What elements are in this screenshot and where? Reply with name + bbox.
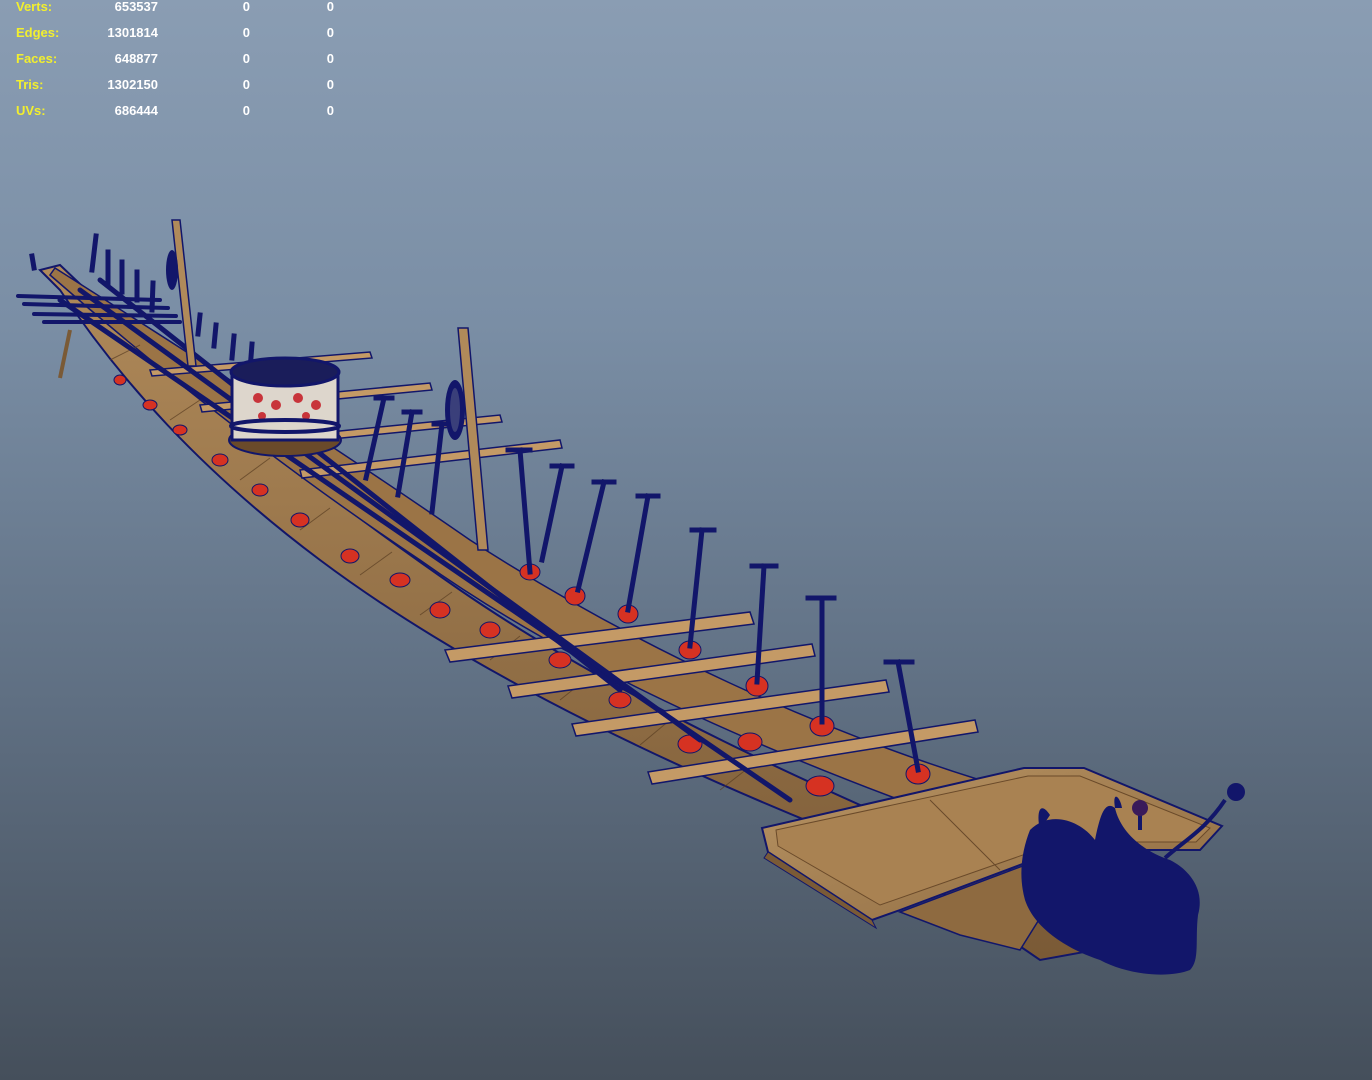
center-poles bbox=[57, 277, 793, 803]
drum bbox=[228, 356, 342, 457]
3d-viewport[interactable]: Verts: 653537 0 0 Edges: 1301814 0 0 Fac… bbox=[0, 0, 1372, 1080]
dragon-boat-model[interactable] bbox=[0, 0, 1372, 1080]
rudder bbox=[58, 329, 72, 379]
